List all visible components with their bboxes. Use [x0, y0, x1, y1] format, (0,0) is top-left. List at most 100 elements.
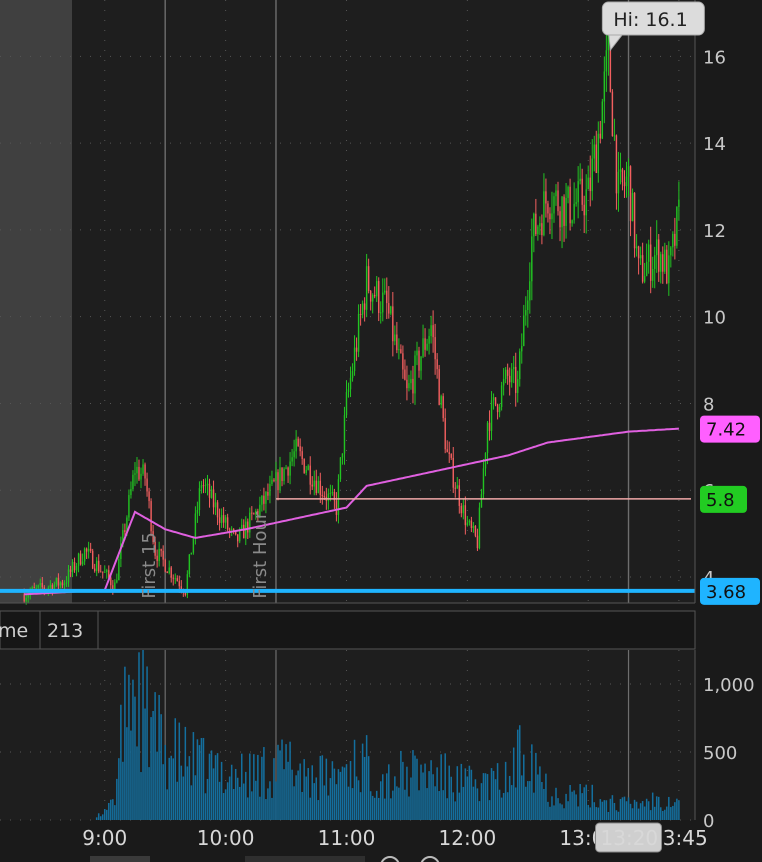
volume-bar — [412, 750, 414, 820]
scrollbar-track[interactable] — [245, 856, 365, 862]
candle — [237, 534, 239, 548]
chart-canvas[interactable]: First 15 First Hour 46810121416 7.42 5.8… — [0, 0, 762, 862]
volume-bar — [132, 679, 134, 820]
candle — [170, 565, 172, 583]
candle-body — [438, 369, 440, 405]
crosshair-time-text: 13:20 — [601, 826, 659, 850]
candle-body — [617, 171, 620, 194]
last-price-badge: 5.8 — [700, 485, 747, 513]
candle — [561, 195, 563, 249]
candle-body — [134, 473, 136, 475]
candle — [150, 498, 152, 537]
candle-body — [319, 480, 322, 495]
volume-bar — [670, 807, 672, 820]
candle-body — [603, 71, 606, 102]
candle-body — [396, 334, 398, 351]
candle — [466, 515, 469, 527]
candle — [172, 574, 174, 586]
scrollbar-thumb[interactable] — [90, 856, 150, 862]
candle-body — [190, 552, 193, 555]
candle — [623, 170, 626, 198]
candle-body — [664, 249, 666, 272]
candle-body — [649, 244, 652, 281]
candle — [432, 310, 434, 353]
volume-bar — [494, 779, 497, 820]
volume-bar — [190, 785, 193, 820]
candle-body — [440, 396, 442, 405]
price-panel[interactable] — [0, 0, 695, 603]
candle — [279, 456, 281, 494]
candle-body — [406, 379, 408, 389]
candle — [579, 163, 581, 185]
candle-body — [349, 377, 352, 390]
volume-bar — [152, 710, 154, 820]
candle-body — [243, 524, 245, 539]
volume-bar — [249, 753, 251, 820]
volume-bar — [311, 765, 314, 820]
candle — [87, 541, 90, 559]
volume-bar — [662, 810, 664, 820]
volume-panel[interactable] — [0, 650, 695, 820]
candle — [69, 565, 72, 577]
candle-body — [100, 571, 102, 573]
candle-body — [287, 467, 289, 476]
candle-body — [376, 281, 378, 297]
volume-bar — [263, 747, 265, 820]
candle — [367, 258, 370, 294]
candle — [303, 458, 305, 474]
volume-bar — [114, 805, 116, 820]
candle-body — [666, 249, 668, 284]
volume-bar — [313, 783, 316, 820]
candle-body — [446, 449, 448, 453]
candle-body — [523, 315, 525, 347]
candle — [73, 557, 76, 573]
candle-body — [359, 314, 362, 316]
volume-bar — [160, 714, 162, 820]
volume-bar — [539, 766, 541, 820]
candle-body — [472, 525, 475, 528]
volume-bar — [289, 741, 291, 820]
candle-body — [281, 467, 283, 481]
candle — [273, 478, 275, 483]
volume-bar — [406, 766, 408, 820]
candle-body — [420, 356, 422, 371]
candle — [140, 467, 142, 489]
volume-bar — [653, 806, 656, 820]
candle — [585, 174, 587, 234]
candle-body — [73, 561, 76, 571]
volume-bar — [134, 696, 136, 820]
candle — [500, 381, 503, 411]
candle-body — [118, 559, 120, 581]
candle — [208, 478, 211, 508]
volume-bar — [436, 767, 438, 820]
candle-body — [672, 233, 674, 248]
premarket-shade — [0, 0, 72, 603]
candle-body — [535, 213, 537, 235]
candle-body — [394, 334, 396, 342]
candle — [361, 300, 364, 319]
candle — [291, 448, 293, 467]
candle-body — [651, 268, 654, 281]
volume-bar — [150, 717, 152, 820]
candle — [559, 206, 561, 242]
candle-body — [551, 213, 553, 220]
volume-bar — [615, 810, 618, 820]
volume-bar — [434, 786, 436, 820]
candle-body — [581, 178, 583, 205]
candle — [643, 262, 646, 284]
volume-bar — [565, 793, 567, 820]
candle-body — [160, 548, 162, 551]
candle-body — [293, 451, 295, 458]
volume-bar — [345, 764, 348, 820]
candle — [59, 581, 62, 589]
candle — [341, 453, 344, 465]
volume-bar — [196, 739, 199, 820]
volume-bar — [408, 796, 410, 820]
volume-bar — [595, 807, 598, 820]
candle-body — [341, 453, 344, 458]
price-tick-label: 8 — [703, 394, 714, 415]
candle-body — [410, 378, 412, 384]
candle — [345, 380, 348, 419]
volume-bar — [432, 774, 434, 820]
candle-body — [371, 294, 374, 302]
